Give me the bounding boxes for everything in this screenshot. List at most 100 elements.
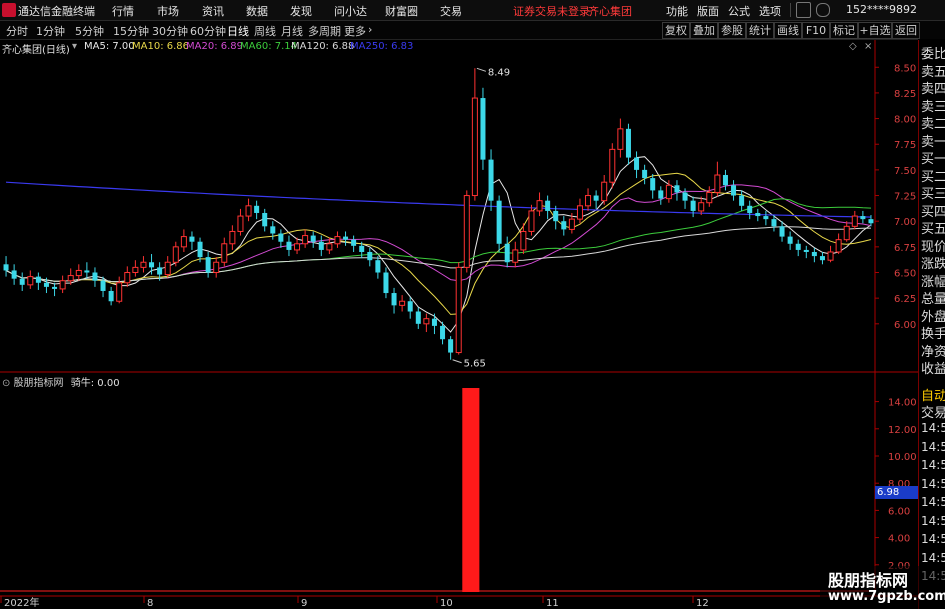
candle-down <box>634 157 640 170</box>
candle-down <box>367 251 373 261</box>
candle-up <box>455 266 462 354</box>
candle-down <box>593 195 599 201</box>
candle-up <box>585 195 592 207</box>
candle-down <box>553 210 559 222</box>
candle-down <box>731 185 737 196</box>
candle-down <box>19 278 25 285</box>
candle-down <box>343 236 349 240</box>
candle-up <box>132 266 139 274</box>
price-tick-label: 8.50 <box>894 63 916 74</box>
candle-down <box>3 264 9 271</box>
candle-up <box>213 261 220 274</box>
tick-time: 14:56 <box>921 513 945 528</box>
candle-down <box>431 318 437 326</box>
candle-up <box>172 246 179 263</box>
quote-field-label: 现价 <box>921 239 945 255</box>
candle-up <box>245 205 252 217</box>
candle-down <box>35 276 41 283</box>
quote-field-label: 总量 <box>921 292 945 307</box>
candle-down <box>197 241 203 258</box>
candle-up <box>512 249 519 263</box>
candle-up <box>67 275 74 282</box>
candle-down <box>254 205 260 213</box>
price-tick-label: 6.75 <box>894 243 916 254</box>
candle-up <box>851 215 858 227</box>
quote-field-label: 买二 <box>921 169 945 185</box>
quote-field-label: 买一 <box>921 152 945 167</box>
watermark-url: www.7gpzb.com <box>828 589 945 604</box>
price-axis-labels: 8.50 8.25 8.00 7.75 7.50 7.25 7.00 6.75 6.50 6.25… <box>875 63 916 331</box>
quote-field-label: 外盘 <box>921 309 945 325</box>
candle-down <box>787 236 793 244</box>
ma5-line <box>5 156 872 333</box>
candle-down <box>415 311 421 324</box>
date-tick-label: 10 <box>440 598 453 609</box>
date-tick-label: 9 <box>301 598 307 609</box>
quote-side-panel: 委比 卖五 卖四 卖三 卖二 卖一 买一 买二 买三 买四 买五 现价 涨跌 涨幅 总量 外盘 换手 净资 收益 自动… <box>918 40 945 609</box>
candle-down <box>803 249 809 252</box>
candle-down <box>407 301 413 312</box>
price-annotation: 5.65 <box>464 359 486 370</box>
candle-down <box>359 245 365 252</box>
candle-down <box>504 243 510 263</box>
annotation-pointer <box>452 359 462 364</box>
candle-down <box>795 243 801 250</box>
quote-field-label: 买五 <box>921 222 945 237</box>
candle-down <box>496 200 502 244</box>
candle-down <box>779 226 785 237</box>
indicator-spike <box>470 388 480 592</box>
date-tick-label: 8 <box>147 598 153 609</box>
quote-field-label: 涨幅 <box>921 274 945 290</box>
candle-down <box>811 251 817 257</box>
candle-up <box>576 205 583 220</box>
candle-up <box>124 272 131 284</box>
indicator-spike <box>462 388 472 592</box>
tick-time: 14:56 <box>921 476 945 491</box>
indicator-tick-label: 10.00 <box>888 452 917 463</box>
candle-down <box>52 286 58 289</box>
candle-down <box>92 272 98 281</box>
candle-down <box>545 200 551 211</box>
quote-field-label: 收益 <box>921 362 945 377</box>
quote-field-label: 卖二 <box>921 117 945 132</box>
candle-down <box>755 212 761 217</box>
candle-up <box>843 225 850 241</box>
candle-up <box>714 174 721 193</box>
candle-down <box>84 270 90 273</box>
candle-up <box>164 261 171 276</box>
indicator-tick-label: 14.00 <box>888 398 917 409</box>
candle-up <box>334 236 341 245</box>
candle-up <box>835 239 842 253</box>
candle-down <box>819 256 825 261</box>
price-tick-label: 7.25 <box>894 192 916 203</box>
candle-up <box>568 218 575 230</box>
candle-up <box>601 181 608 202</box>
tick-time: 14:56 <box>921 458 945 472</box>
candle-up <box>294 243 301 251</box>
candle-down <box>747 205 753 213</box>
quote-field-label: 卖四 <box>921 82 945 97</box>
candle-up <box>698 202 705 212</box>
candle-up <box>140 261 147 268</box>
indicator-tick-label: 4.00 <box>888 534 910 545</box>
candle-down <box>625 128 631 158</box>
date-tick-label: 2022年 <box>4 596 39 609</box>
candle-down <box>351 239 357 246</box>
candle-down <box>739 195 745 206</box>
candle-down <box>763 216 769 220</box>
candle-down <box>157 267 163 275</box>
tick-time: 14:56 <box>921 421 945 435</box>
kline-chart[interactable]: 8.50 8.25 8.00 7.75 7.50 7.25 7.00 6.75 6.50 6.25… <box>0 0 918 609</box>
price-tick-label: 7.50 <box>894 166 916 177</box>
candle-down <box>189 236 195 242</box>
candle-up <box>706 191 713 204</box>
candle-down <box>480 98 486 160</box>
indicator-toggle-icon[interactable]: ⊙ <box>2 378 14 389</box>
indicator-value: 骑牛: 0.00 <box>70 378 120 389</box>
quote-field-label: 卖一 <box>921 134 945 150</box>
candle-down <box>149 262 155 268</box>
candle-down <box>391 293 397 306</box>
price-tick-label: 7.00 <box>894 217 916 228</box>
tick-time: 14:56 <box>921 532 945 546</box>
candle-up <box>237 215 244 232</box>
